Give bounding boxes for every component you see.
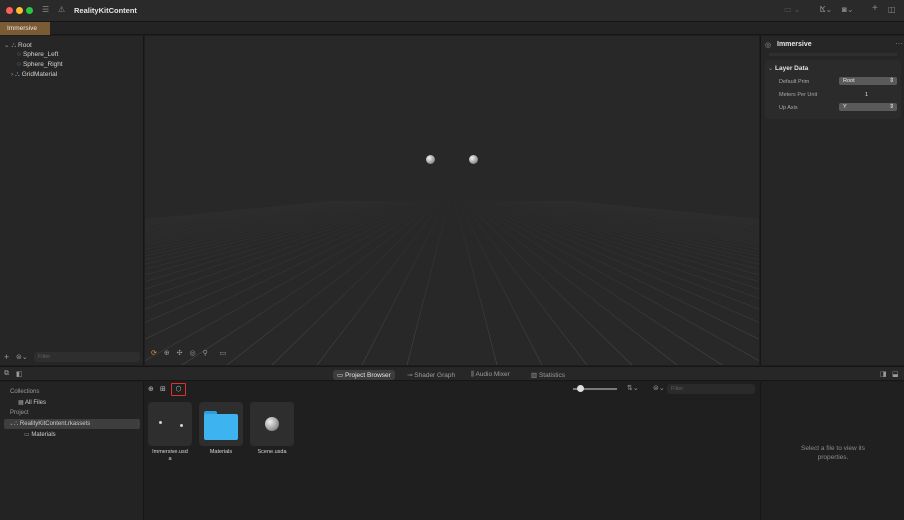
sphere-icon: ○ xyxy=(17,51,21,58)
pan-icon[interactable]: ⊕ xyxy=(164,350,170,357)
file-thumb-immersive[interactable] xyxy=(148,402,192,446)
sphere-icon: ○ xyxy=(17,61,21,68)
import-asset-icon[interactable]: ⬡ xyxy=(171,383,186,396)
tab-shader-graph[interactable]: ⊸ Shader Graph xyxy=(403,370,459,380)
field-label-up-axis: Up Axis xyxy=(779,105,798,111)
scene-icon: ◎ xyxy=(765,42,772,49)
updown-chevron-icon: ⇕ xyxy=(888,78,894,84)
sort-icon[interactable]: ⇅⌄ xyxy=(627,384,639,392)
3d-viewport[interactable]: ⟳ ⊕ ✣ ◎ ⚲ ▭ xyxy=(145,36,759,365)
file-thumb-materials[interactable] xyxy=(199,402,243,446)
file-name-immersive: Immersive.usd a xyxy=(152,449,188,462)
layer-data-section: ⌄ Layer Data Default Prim Root ⇕ Meters P… xyxy=(765,60,901,119)
sphere-right[interactable] xyxy=(469,155,478,164)
collection-all-files[interactable]: ▦ All Files xyxy=(18,399,46,406)
viewport-toolbar: ⟳ ⊕ ✣ ◎ ⚲ ▭ xyxy=(151,349,226,357)
orbit-icon[interactable]: ⟳ xyxy=(151,350,157,357)
sidebar-icon[interactable]: ◧ xyxy=(16,370,23,378)
filter-options-icon[interactable]: ⊜⌄ xyxy=(16,353,28,361)
device-selector-icon[interactable]: ▭ ⌄ xyxy=(784,5,800,14)
tab-audio-mixer[interactable]: ⫼ Audio Mixer xyxy=(467,370,514,380)
camera-icon[interactable]: ◙⌄ xyxy=(842,5,854,14)
up-axis-select[interactable]: Y ⇕ xyxy=(839,103,897,111)
file-thumb-scene[interactable] xyxy=(250,402,294,446)
sphere-left[interactable] xyxy=(426,155,435,164)
panel-right-icon[interactable]: ◨ xyxy=(880,370,887,378)
close-window-button[interactable] xyxy=(6,7,13,14)
transform-row xyxy=(769,53,897,56)
slider-knob[interactable] xyxy=(577,385,584,392)
collections-sidebar: Collections ▦ All Files Project ⌄⛬ Reali… xyxy=(0,382,144,520)
file-name-materials: Materials xyxy=(209,449,233,455)
grid-floor xyxy=(145,200,759,365)
field-label-default-prim: Default Prim xyxy=(779,79,810,85)
bottom-toolbar: ⧉ ◧ ▭ Project Browser ⊸ Shader Graph ⫼ A… xyxy=(0,366,904,381)
sphere-preview xyxy=(265,417,279,431)
project-browser: ⊕ ⊞ ⬡ ⇅⌄ ⊜⌄ Filter Immersive.usd a Mater… xyxy=(145,382,759,520)
move-icon[interactable]: ✣ xyxy=(177,350,183,357)
package-icon: ⛬ xyxy=(14,421,19,427)
zoom-icon[interactable]: ⚲ xyxy=(203,350,208,357)
scene-outline: ⌄ ⛬ Root ○ Sphere_Left ○ Sphere_Right › ⛬ Grid… xyxy=(0,36,144,365)
sidebar-toggle-icon[interactable]: ☰ xyxy=(42,5,49,14)
folder-materials[interactable]: ▭ Materials xyxy=(24,431,56,438)
file-properties-panel: Select a file to view its properties. xyxy=(760,382,904,520)
inspector-toggle-icon[interactable]: ◫ xyxy=(888,5,896,14)
outline-filter-input[interactable]: Filter xyxy=(34,352,140,362)
project-rkassets[interactable]: ⌄⛬ RealityKitContent.rkassets xyxy=(9,420,90,428)
library-icon[interactable]: ⧉ xyxy=(4,370,9,378)
sphere-dot xyxy=(180,424,183,427)
more-icon[interactable]: ··· xyxy=(895,39,903,48)
frame-icon[interactable]: ◎ xyxy=(189,350,195,357)
chevron-down-icon[interactable]: ⌄ xyxy=(768,65,773,72)
add-icon[interactable]: + xyxy=(872,3,878,14)
collections-header: Collections xyxy=(10,389,40,395)
window-title: RealityKitContent xyxy=(74,6,137,15)
tree-item-root[interactable]: ⌄ ⛬ Root xyxy=(4,41,32,50)
tab-statistics[interactable]: ▥ Statistics xyxy=(527,370,569,380)
zoom-window-button[interactable] xyxy=(26,7,33,14)
minimize-window-button[interactable] xyxy=(16,7,23,14)
section-title: Layer Data xyxy=(775,65,809,72)
default-prim-select[interactable]: Root ⇕ xyxy=(839,77,897,85)
inspector-title: Immersive xyxy=(777,41,812,48)
chevron-right-icon[interactable]: › xyxy=(11,71,13,78)
document-tab-bar: Immersive xyxy=(0,22,904,35)
updown-chevron-icon: ⇕ xyxy=(888,104,894,110)
display-mode-icon[interactable]: ▭ xyxy=(220,350,227,357)
title-bar: ☰ ⚠ RealityKitContent ▭ ⌄ ⴿ⌄ ◙⌄ + ◫ xyxy=(0,0,904,22)
inspector-panel: ◎ Immersive ··· ⌄ Layer Data Default Pri… xyxy=(760,36,904,365)
folder-icon: ▭ xyxy=(24,432,30,438)
chevron-down-icon[interactable]: ⌄ xyxy=(4,42,9,49)
file-name-scene: Scene.usda xyxy=(257,449,287,455)
tree-item-gridmaterial[interactable]: › ⛬ GridMaterial xyxy=(11,71,57,79)
grid-icon: ▦ xyxy=(18,400,24,406)
browser-filter-input[interactable]: Filter xyxy=(667,384,755,394)
panel-bottom-icon[interactable]: ⬓ xyxy=(892,370,899,378)
add-icon[interactable]: + xyxy=(4,352,9,362)
tab-project-browser[interactable]: ▭ Project Browser xyxy=(333,370,395,380)
transform-icon[interactable]: ⴿ⌄ xyxy=(820,5,832,14)
tab-immersive[interactable]: Immersive xyxy=(0,22,50,35)
project-header: Project xyxy=(10,410,29,416)
warning-icon[interactable]: ⚠ xyxy=(58,5,65,14)
tree-item-sphere-right[interactable]: ○ Sphere_Right xyxy=(17,61,63,68)
outline-footer: + ⊜⌄ Filter xyxy=(0,350,144,364)
new-folder-icon[interactable]: ⊞ xyxy=(160,385,166,393)
field-label-meters-per-unit: Meters Per Unit xyxy=(779,92,818,98)
empty-properties-message: Select a file to view its properties. xyxy=(801,445,865,461)
new-scene-icon[interactable]: ⊕ xyxy=(148,385,154,393)
material-icon: ⛬ xyxy=(15,71,20,78)
root-prim-icon: ⛬ xyxy=(11,42,17,49)
filter-options-icon[interactable]: ⊜⌄ xyxy=(653,384,665,392)
folder-icon xyxy=(204,414,238,440)
tree-item-sphere-left[interactable]: ○ Sphere_Left xyxy=(17,51,58,58)
sphere-dot xyxy=(159,421,162,424)
meters-per-unit-field[interactable]: 1 xyxy=(865,92,868,98)
